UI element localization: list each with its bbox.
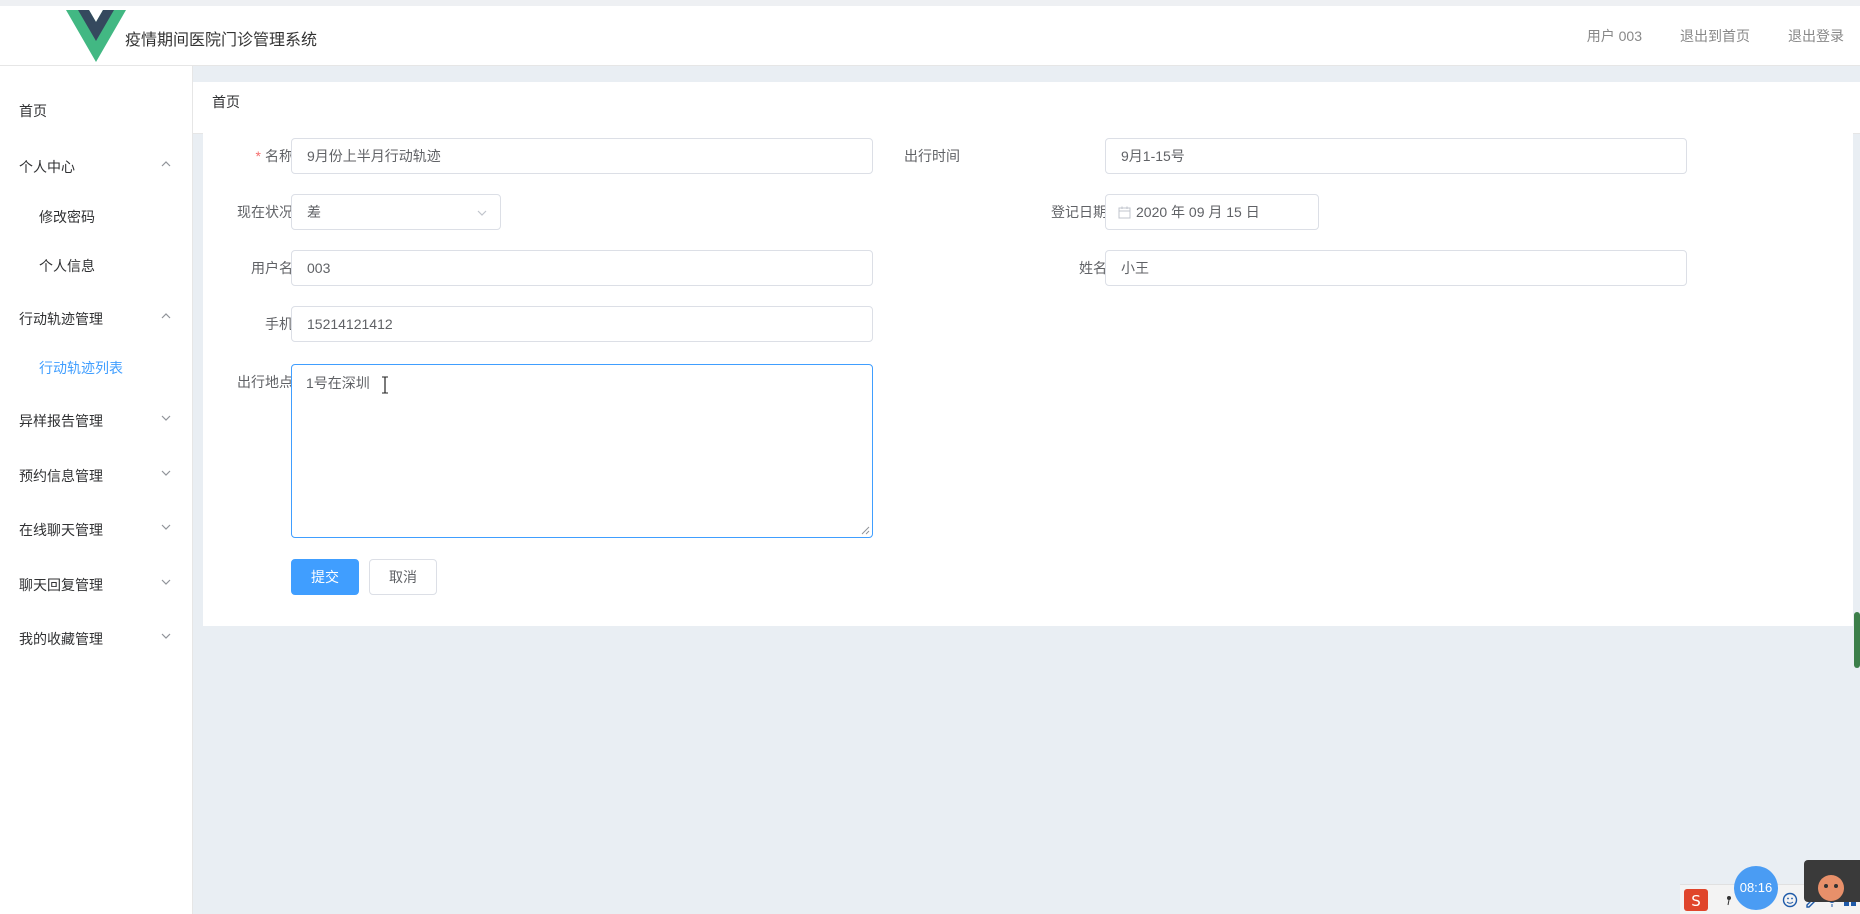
sidebar-item-online-chat[interactable]: 在线聊天管理	[0, 509, 192, 549]
chevron-down-icon	[161, 415, 171, 421]
realname-label: 姓名	[1079, 260, 1107, 276]
svg-text:S: S	[1691, 892, 1701, 910]
sogou-logo-icon[interactable]: S	[1684, 889, 1708, 911]
username-input[interactable]: 003	[291, 250, 873, 286]
sidebar-item-personal-center[interactable]: 个人中心	[0, 146, 192, 186]
travel-time-label: 出行时间	[904, 148, 960, 164]
sidebar-item-label: 异样报告管理	[19, 413, 103, 429]
resize-handle-icon[interactable]	[860, 525, 870, 535]
scrollbar-thumb[interactable]	[1854, 612, 1860, 668]
sidebar-item-abnormal-report[interactable]: 异样报告管理	[0, 400, 192, 440]
status-select[interactable]: 差	[291, 194, 501, 230]
phone-label: 手机	[265, 316, 293, 332]
chevron-up-icon	[161, 313, 171, 319]
calendar-icon	[1118, 206, 1131, 219]
breadcrumb-bar: 首页	[193, 82, 1860, 134]
sidebar-item-appointment[interactable]: 预约信息管理	[0, 455, 192, 495]
avatar[interactable]	[1804, 860, 1860, 902]
sidebar-item-label: 预约信息管理	[19, 468, 103, 484]
register-date-value: 2020 年 09 月 15 日	[1136, 204, 1260, 220]
required-asterisk: *	[255, 148, 261, 164]
sidebar-item-label: 我的收藏管理	[19, 631, 103, 647]
sidebar-item-chat-reply[interactable]: 聊天回复管理	[0, 564, 192, 604]
register-date-label: 登记日期	[1051, 204, 1107, 220]
vue-logo-icon	[66, 10, 126, 62]
chevron-down-icon	[477, 210, 487, 216]
realname-input[interactable]: 小王	[1105, 250, 1687, 286]
sidebar: 首页 个人中心 修改密码 个人信息 行动轨迹管理 行动轨迹列表 异样报告管理 预…	[0, 66, 193, 914]
travel-time-input[interactable]: 9月1-15号	[1105, 138, 1687, 174]
header-actions: 用户 003 退出到首页 退出登录	[1587, 26, 1844, 46]
location-text: 1号在深圳	[306, 375, 370, 391]
name-input[interactable]: 9月份上半月行动轨迹	[291, 138, 873, 174]
breadcrumb[interactable]: 首页	[212, 92, 240, 112]
name-label: * 名称	[255, 148, 293, 164]
chevron-down-icon	[161, 524, 171, 530]
phone-input[interactable]: 15214121412	[291, 306, 873, 342]
chevron-down-icon	[161, 579, 171, 585]
sidebar-item-label: 修改密码	[39, 209, 95, 225]
submit-button[interactable]: 提交	[291, 559, 359, 595]
main-content: 首页 * 名称 9月份上半月行动轨迹 出行时间 9月1-15号 现在状况 差 登记…	[193, 66, 1860, 914]
chevron-down-icon	[161, 633, 171, 639]
emoji-icon[interactable]	[1782, 892, 1798, 908]
top-header: 疫情期间医院门诊管理系统 用户 003 退出到首页 退出登录	[0, 0, 1860, 66]
sidebar-item-change-password[interactable]: 修改密码	[0, 196, 192, 236]
username-label: 用户名	[251, 260, 293, 276]
register-date-picker[interactable]: 2020 年 09 月 15 日	[1105, 194, 1319, 230]
sidebar-item-favorites[interactable]: 我的收藏管理	[0, 618, 192, 658]
track-edit-form: * 名称 9月份上半月行动轨迹 出行时间 9月1-15号 现在状况 差 登记日期 …	[203, 128, 1853, 626]
logout-link[interactable]: 退出登录	[1788, 26, 1844, 46]
status-select-value: 差	[307, 204, 321, 220]
sidebar-item-label: 在线聊天管理	[19, 522, 103, 538]
sidebar-item-label: 个人中心	[19, 159, 75, 175]
sidebar-item-label: 首页	[19, 103, 47, 119]
sidebar-item-personal-info[interactable]: 个人信息	[0, 245, 192, 285]
back-home-link[interactable]: 退出到首页	[1680, 26, 1750, 46]
chevron-up-icon	[161, 161, 171, 167]
chevron-down-icon	[161, 470, 171, 476]
cancel-button[interactable]: 取消	[369, 559, 437, 595]
text-cursor-icon	[382, 376, 388, 394]
clock-bubble[interactable]: 08:16	[1734, 866, 1778, 910]
sidebar-item-track-list[interactable]: 行动轨迹列表	[0, 347, 192, 387]
sidebar-item-home[interactable]: 首页	[0, 90, 192, 130]
sidebar-item-label: 行动轨迹管理	[19, 311, 103, 327]
avatar-character-icon	[1818, 875, 1844, 901]
sidebar-item-label: 聊天回复管理	[19, 577, 103, 593]
sidebar-item-label: 行动轨迹列表	[39, 360, 123, 376]
current-user-link[interactable]: 用户 003	[1587, 26, 1642, 46]
page: 疫情期间医院门诊管理系统 用户 003 退出到首页 退出登录 首页 个人中心 修…	[0, 0, 1860, 914]
app-title: 疫情期间医院门诊管理系统	[125, 32, 318, 49]
status-label: 现在状况	[237, 204, 293, 220]
sidebar-item-track-management[interactable]: 行动轨迹管理	[0, 298, 192, 338]
sidebar-item-label: 个人信息	[39, 258, 95, 274]
location-label: 出行地点	[237, 374, 293, 390]
location-textarea[interactable]: 1号在深圳	[291, 364, 873, 538]
